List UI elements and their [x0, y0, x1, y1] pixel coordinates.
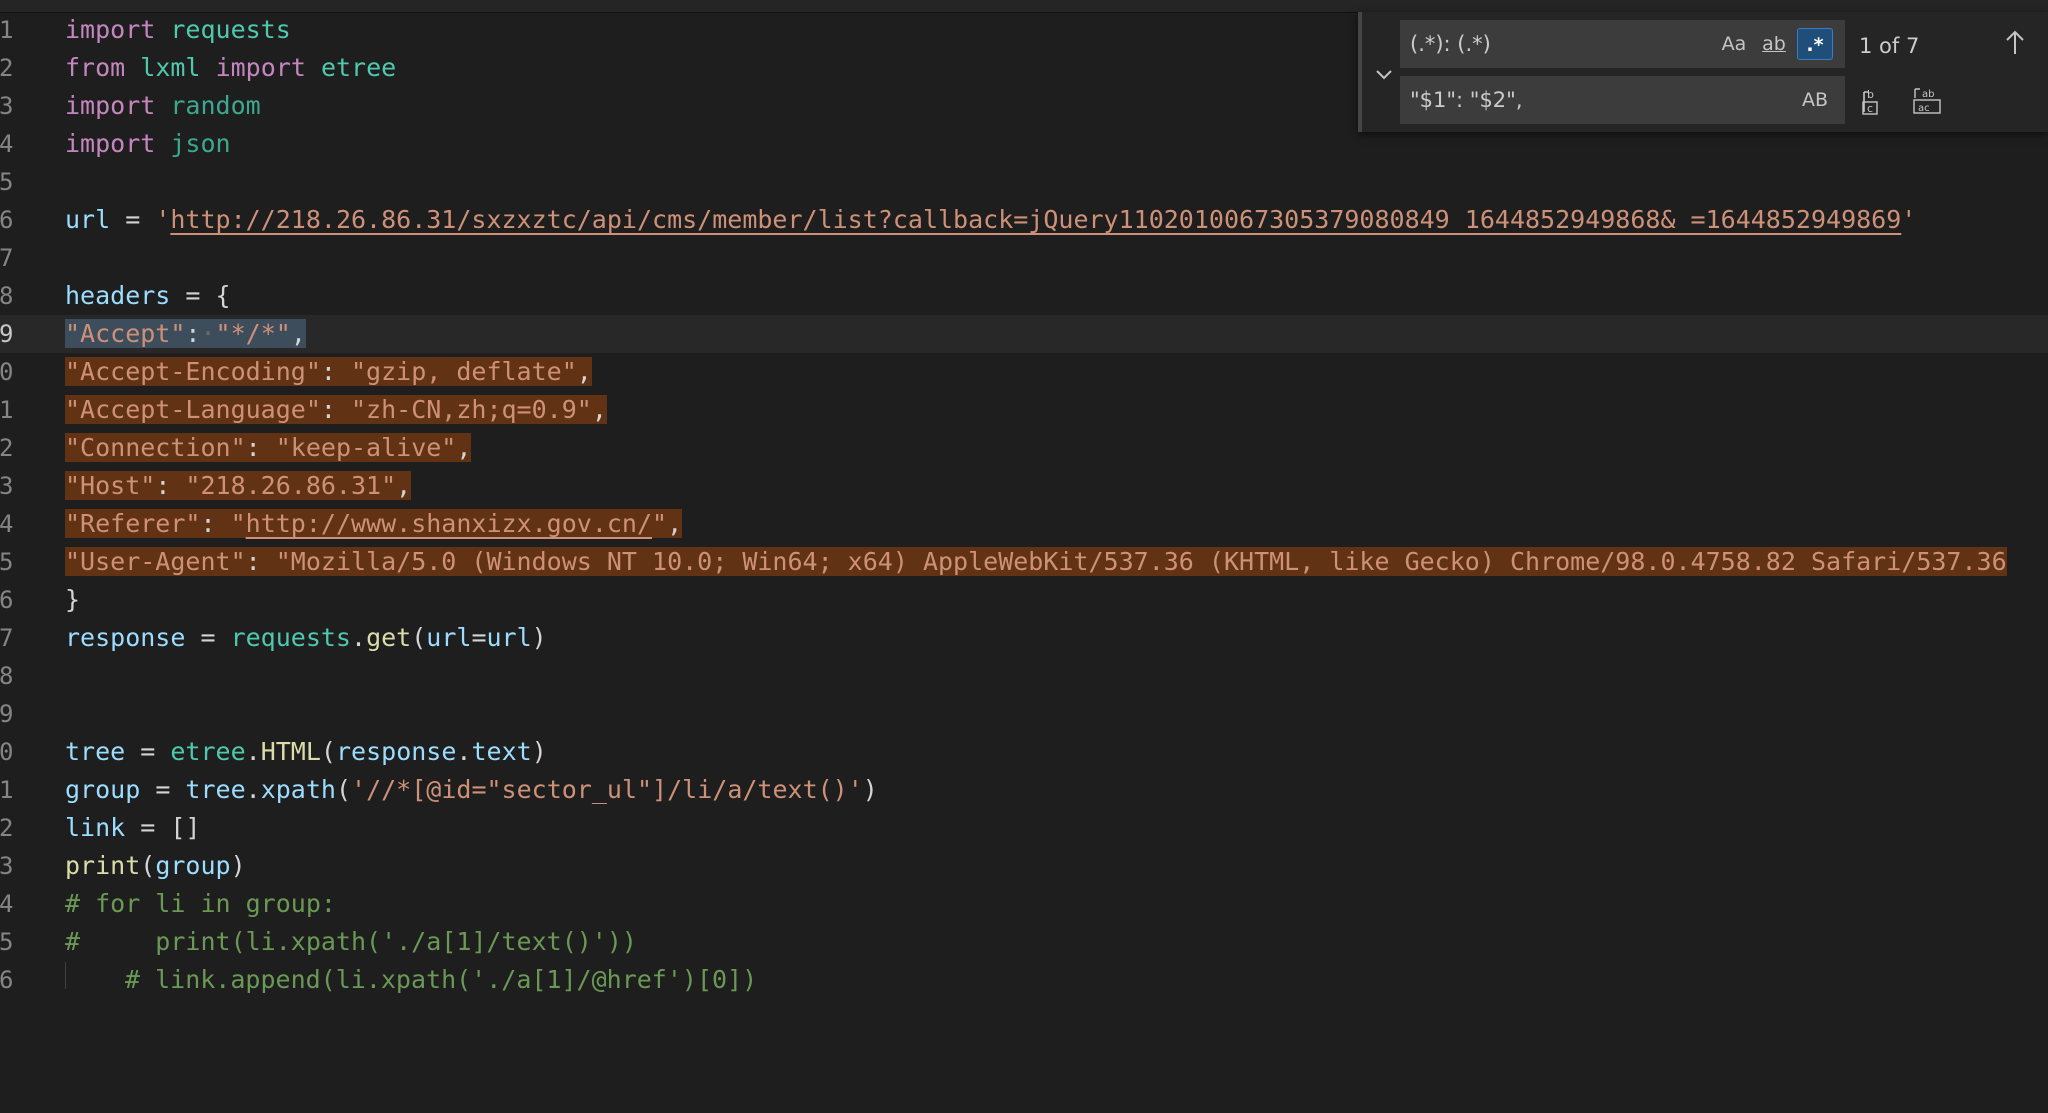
- line-number: 6: [0, 206, 14, 234]
- replace-input-value: "$1": "$2",: [1410, 88, 1523, 112]
- line-number: 7: [0, 244, 14, 272]
- code-line[interactable]: 9: [0, 695, 2048, 733]
- line-number: 5: [0, 168, 14, 196]
- code-line[interactable]: 8 headers = {: [0, 277, 2048, 315]
- resize-sash[interactable]: [1358, 12, 1362, 132]
- line-number: 6: [0, 966, 14, 994]
- whole-word-button[interactable]: ab: [1757, 28, 1791, 60]
- code-line[interactable]: 7 response = requests.get(url=url): [0, 619, 2048, 657]
- line-number: 5: [0, 548, 14, 576]
- referer-link[interactable]: http://www.shanxizx.gov.cn/: [246, 509, 652, 538]
- line-number: 8: [0, 662, 14, 690]
- indent-guide: [65, 962, 66, 989]
- code-line[interactable]: 0 "Accept-Encoding": "gzip, deflate",: [0, 353, 2048, 391]
- line-number: 3: [0, 472, 14, 500]
- code-line[interactable]: 8: [0, 657, 2048, 695]
- find-input-value: (.*): (.*): [1410, 32, 1491, 56]
- svg-text:b: b: [1867, 88, 1874, 101]
- line-number: 5: [0, 928, 14, 956]
- line-number: 0: [0, 358, 14, 386]
- line-number: 1: [0, 396, 14, 424]
- line-number: 2: [0, 434, 14, 462]
- code-line[interactable]: 3 print(group): [0, 847, 2048, 885]
- code-line[interactable]: 5 "User-Agent": "Mozilla/5.0 (Windows NT…: [0, 543, 2048, 581]
- svg-text:ac: ac: [1918, 103, 1930, 114]
- svg-text:ab: ab: [1922, 89, 1934, 100]
- find-input[interactable]: (.*): (.*) Aa ab .*: [1400, 20, 1845, 68]
- code-line[interactable]: 3 "Host": "218.26.86.31",: [0, 467, 2048, 505]
- line-number: 2: [0, 54, 14, 82]
- line-number: 8: [0, 282, 14, 310]
- code-line[interactable]: 6 }: [0, 581, 2048, 619]
- line-number: 4: [0, 510, 14, 538]
- previous-match-button[interactable]: [2003, 28, 2027, 64]
- match-case-button[interactable]: Aa: [1717, 28, 1751, 60]
- line-number: 9: [0, 700, 14, 728]
- arrow-up-icon: [2003, 30, 2027, 64]
- url-link[interactable]: http://218.26.86.31/sxzxztc/api/cms/memb…: [170, 205, 1901, 234]
- find-replace-widget: (.*): (.*) Aa ab .* 1 of 7 "$1": "$2", A…: [1358, 12, 2048, 132]
- line-number: 9: [0, 320, 14, 348]
- line-number: 4: [0, 130, 14, 158]
- code-line[interactable]: 5 # print(li.xpath('./a[1]/text()')): [0, 923, 2048, 961]
- line-number: 6: [0, 586, 14, 614]
- replace-input[interactable]: "$1": "$2", AB: [1400, 76, 1845, 124]
- code-line[interactable]: 1 "Accept-Language": "zh-CN,zh;q=0.9",: [0, 391, 2048, 429]
- line-number: 4: [0, 890, 14, 918]
- toggle-replace-button[interactable]: [1370, 60, 1398, 90]
- code-line[interactable]: 4 "Referer": "http://www.shanxizx.gov.cn…: [0, 505, 2048, 543]
- replace-button[interactable]: bc: [1861, 86, 1889, 116]
- code-editor[interactable]: 1 import requests 2 from lxml import etr…: [0, 0, 2048, 994]
- replace-all-button[interactable]: ab ac: [1912, 86, 1941, 116]
- code-line[interactable]: 5: [0, 163, 2048, 201]
- svg-text:c: c: [1867, 102, 1873, 115]
- chevron-down-icon: [1374, 66, 1394, 85]
- code-line[interactable]: 2 "Connection": "keep-alive",: [0, 429, 2048, 467]
- code-line[interactable]: 1 group = tree.xpath('//*[@id="sector_ul…: [0, 771, 2048, 809]
- line-number: 3: [0, 852, 14, 880]
- line-number: 3: [0, 92, 14, 120]
- line-number: 2: [0, 814, 14, 842]
- code-line[interactable]: 0 tree = etree.HTML(response.text): [0, 733, 2048, 771]
- code-line-current[interactable]: 9 "Accept":·"*/*",: [0, 315, 2048, 353]
- code-line[interactable]: 4 # for li in group:: [0, 885, 2048, 923]
- preserve-case-button[interactable]: AB: [1797, 84, 1833, 116]
- line-number: 7: [0, 624, 14, 652]
- regex-button[interactable]: .*: [1797, 28, 1833, 60]
- code-line[interactable]: 7: [0, 239, 2048, 277]
- line-number: 0: [0, 738, 14, 766]
- replace-icon: bc: [1861, 88, 1889, 120]
- code-line[interactable]: 2 link = []: [0, 809, 2048, 847]
- replace-all-icon: ab ac: [1912, 88, 1942, 120]
- code-line[interactable]: 6 # link.append(li.xpath('./a[1]/@href')…: [0, 961, 2048, 999]
- line-number: 1: [0, 776, 14, 804]
- match-count: 1 of 7: [1859, 34, 1920, 58]
- line-number: 1: [0, 16, 14, 44]
- code-line[interactable]: 6 url = 'http://218.26.86.31/sxzxztc/api…: [0, 201, 2048, 239]
